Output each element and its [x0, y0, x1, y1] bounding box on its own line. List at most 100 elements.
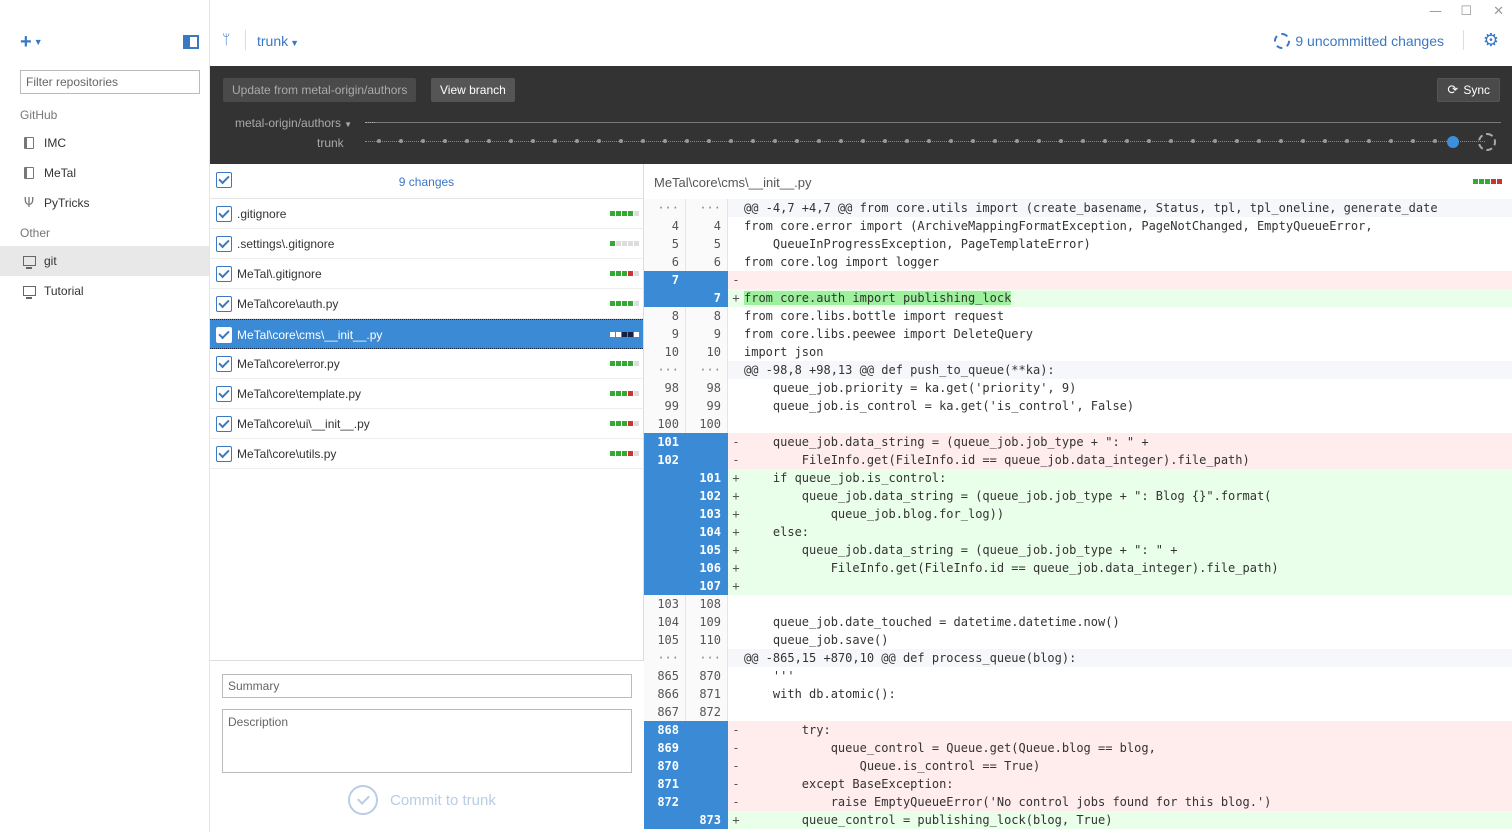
timeline-commit-dot[interactable] — [707, 139, 711, 143]
timeline-commit-dot[interactable] — [1279, 139, 1283, 143]
timeline-commit-dot[interactable] — [927, 139, 931, 143]
file-row[interactable]: MeTal\.gitignore — [210, 259, 643, 289]
timeline-commit-dot[interactable] — [1411, 139, 1415, 143]
diff-line[interactable]: 103 108 — [644, 595, 1512, 613]
file-row[interactable]: MeTal\core\cms\__init__.py — [210, 319, 643, 349]
diff-line-removed[interactable]: 870 - Queue.is_control == True) — [644, 757, 1512, 775]
timeline-commit-dot[interactable] — [1103, 139, 1107, 143]
sidebar-item-git[interactable]: git — [0, 246, 209, 276]
diff-line-removed[interactable]: 868 - try: — [644, 721, 1512, 739]
timeline-uncommitted-marker[interactable] — [1478, 133, 1496, 151]
timeline-commit-dot[interactable] — [575, 139, 579, 143]
summary-input[interactable] — [222, 674, 632, 698]
minimize-icon[interactable]: — — [1429, 4, 1442, 19]
file-checkbox[interactable] — [216, 296, 232, 312]
branch-selector[interactable]: trunk ▼ — [257, 33, 299, 49]
diff-line-added[interactable]: 102 + queue_job.data_string = (queue_job.… — [644, 487, 1512, 505]
file-checkbox[interactable] — [216, 446, 232, 462]
file-checkbox[interactable] — [216, 236, 232, 252]
timeline-commit-dot[interactable] — [663, 139, 667, 143]
diff-line-added[interactable]: 106 + FileInfo.get(FileInfo.id == queue_j… — [644, 559, 1512, 577]
remote-branch-selector[interactable]: metal-origin/authors ▼ — [235, 116, 352, 130]
timeline-commit-dot[interactable] — [971, 139, 975, 143]
diff-line[interactable]: 10 10 import json — [644, 343, 1512, 361]
diff-line-added[interactable]: 873 + queue_control = publishing_lock(blo… — [644, 811, 1512, 829]
timeline-commit-dot[interactable] — [861, 139, 865, 143]
timeline-commit-dot[interactable] — [553, 139, 557, 143]
timeline-commit-dot[interactable] — [685, 139, 689, 143]
diff-hunk-header[interactable]: ··· ··· @@ -865,15 +870,10 @@ def process_… — [644, 649, 1512, 667]
timeline-commit-dot[interactable] — [597, 139, 601, 143]
timeline-commit-dot[interactable] — [949, 139, 953, 143]
sidebar-item-tutorial[interactable]: Tutorial — [0, 276, 209, 306]
timeline-commit-dot[interactable] — [1125, 139, 1129, 143]
file-row[interactable]: MeTal\core\utils.py — [210, 439, 643, 469]
maximize-icon[interactable]: ☐ — [1460, 4, 1472, 19]
diff-line-added[interactable]: 104 + else: — [644, 523, 1512, 541]
add-repository-button[interactable]: + ▼ — [20, 32, 43, 55]
diff-line[interactable]: 867 872 — [644, 703, 1512, 721]
close-icon[interactable]: ✕ — [1493, 4, 1504, 19]
timeline-commit-dot[interactable] — [1213, 139, 1217, 143]
timeline-commit-dot[interactable] — [1015, 139, 1019, 143]
timeline-commit-dot[interactable] — [1323, 139, 1327, 143]
diff-line-added[interactable]: 103 + queue_job.blog.for_log)) — [644, 505, 1512, 523]
sidebar-item-metal[interactable]: MeTal — [0, 158, 209, 188]
sidebar-item-imc[interactable]: IMC — [0, 128, 209, 158]
uncommitted-changes-link[interactable]: 9 uncommitted changes — [1274, 33, 1444, 49]
timeline-commit-dot[interactable] — [1169, 139, 1173, 143]
file-checkbox[interactable] — [216, 416, 232, 432]
sidebar-item-pytricks[interactable]: Ψ PyTricks — [0, 188, 209, 218]
timeline-commit-dot[interactable] — [1433, 139, 1437, 143]
diff-line[interactable]: 866 871 with db.atomic(): — [644, 685, 1512, 703]
toggle-sidebar-icon[interactable] — [183, 35, 199, 49]
diff-line[interactable]: 8 8 from core.libs.bottle import request — [644, 307, 1512, 325]
timeline-commit-dot[interactable] — [905, 139, 909, 143]
timeline-commit-dot[interactable] — [1389, 139, 1393, 143]
file-checkbox[interactable] — [216, 386, 232, 402]
diff-line-added[interactable]: 105 + queue_job.data_string = (queue_job.… — [644, 541, 1512, 559]
timeline-commit-dot[interactable] — [729, 139, 733, 143]
diff-line[interactable]: 105 110 queue_job.save() — [644, 631, 1512, 649]
timeline-commit-dot[interactable] — [883, 139, 887, 143]
timeline-commit-dot[interactable] — [421, 139, 425, 143]
diff-line[interactable]: 104 109 queue_job.date_touched = datetime… — [644, 613, 1512, 631]
diff-line-removed[interactable]: 871 - except BaseException: — [644, 775, 1512, 793]
diff-line-removed[interactable]: 872 - raise EmptyQueueError('No control j… — [644, 793, 1512, 811]
file-checkbox[interactable] — [216, 356, 232, 372]
timeline-commit-dot[interactable] — [399, 139, 403, 143]
timeline-commit-dot[interactable] — [465, 139, 469, 143]
view-branch-button[interactable]: View branch — [431, 78, 515, 102]
diff-line[interactable]: 55 QueueInProgressException, PageTemplat… — [644, 235, 1512, 253]
diff-line-removed[interactable]: 102 - FileInfo.get(FileInfo.id == queue_j… — [644, 451, 1512, 469]
timeline-commit-dot[interactable] — [1037, 139, 1041, 143]
timeline-commit-dot[interactable] — [993, 139, 997, 143]
diff-line-added[interactable]: 107 + — [644, 577, 1512, 595]
timeline-commit-dot[interactable] — [751, 139, 755, 143]
diff-line-added[interactable]: 101 + if queue_job.is_control: — [644, 469, 1512, 487]
diff-line-removed[interactable]: 7- — [644, 271, 1512, 289]
timeline-commit-dot[interactable] — [531, 139, 535, 143]
timeline-commit-dot[interactable] — [377, 139, 381, 143]
update-from-remote-button[interactable]: Update from metal-origin/authors — [223, 78, 417, 102]
diff-line[interactable]: 6 6 from core.log import logger — [644, 253, 1512, 271]
diff-line[interactable]: 98 98 queue_job.priority = ka.get('priori… — [644, 379, 1512, 397]
timeline-commit-dot[interactable] — [795, 139, 799, 143]
file-checkbox[interactable] — [216, 206, 232, 222]
timeline-commit-dot[interactable] — [619, 139, 623, 143]
diff-line[interactable]: 99 99 queue_job.is_control = ka.get('is_c… — [644, 397, 1512, 415]
timeline-commit-dot[interactable] — [1367, 139, 1371, 143]
timeline-commit-dot[interactable] — [839, 139, 843, 143]
diff-line[interactable]: 100 100 — [644, 415, 1512, 433]
timeline-head-commit[interactable] — [1447, 136, 1459, 148]
diff-hunk-header[interactable]: ··· ··· @@ -4,7 +4,7 @@ from core.utils im… — [644, 199, 1512, 217]
file-checkbox[interactable] — [216, 327, 232, 343]
timeline-commit-dot[interactable] — [817, 139, 821, 143]
file-row[interactable]: .gitignore — [210, 199, 643, 229]
timeline-commit-dot[interactable] — [1081, 139, 1085, 143]
timeline-commit-dot[interactable] — [773, 139, 777, 143]
file-row[interactable]: MeTal\core\error.py — [210, 349, 643, 379]
commit-button[interactable]: Commit to trunk — [348, 785, 496, 815]
timeline-commit-dot[interactable] — [443, 139, 447, 143]
diff-line-removed[interactable]: 869 - queue_control = Queue.get(Queue.blo… — [644, 739, 1512, 757]
